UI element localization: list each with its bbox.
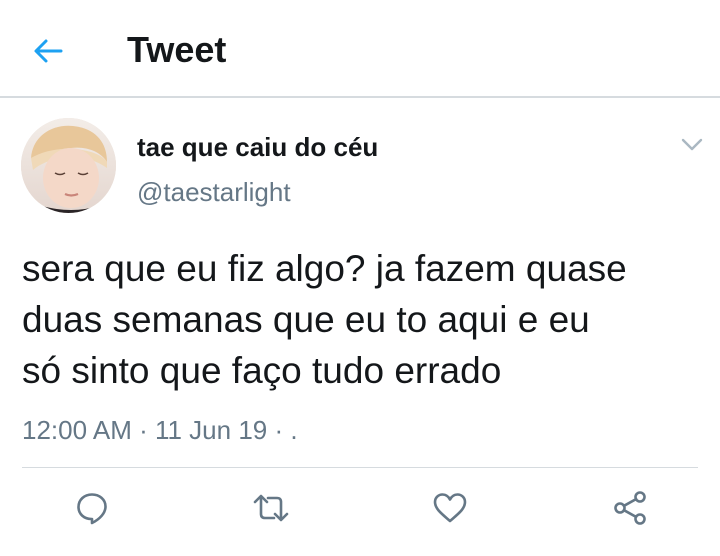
reply-icon [77,493,107,525]
tweet-text-line: sera que eu fiz algo? ja fazem quase [22,248,627,289]
avatar[interactable] [21,118,116,213]
reply-button[interactable] [72,488,112,528]
tweet-text-line: só sinto que faço tudo errado [22,350,502,391]
avatar-image [21,118,116,213]
page-title: Tweet [127,29,227,70]
display-name[interactable]: tae que caiu do céu [137,131,378,163]
tweet-timestamp[interactable]: 12:00 AM · 11 Jun 19 · . [22,414,298,446]
user-handle[interactable]: @taestarlight [137,176,291,208]
back-button[interactable] [30,33,66,69]
chevron-down-icon [681,138,703,151]
tweet-text: sera que eu fiz algo? ja fazem quase dua… [22,243,712,396]
share-icon [614,491,646,525]
retweet-button[interactable] [251,488,291,528]
more-options-button[interactable] [676,134,708,156]
retweet-icon [253,494,289,522]
divider [22,467,698,468]
tweet-text-line: duas semanas que eu to aqui e eu [22,299,590,340]
heart-icon [433,493,467,523]
like-button[interactable] [430,488,470,528]
app-header: Tweet [0,0,720,98]
arrow-left-icon [34,39,63,63]
share-button[interactable] [610,488,650,528]
